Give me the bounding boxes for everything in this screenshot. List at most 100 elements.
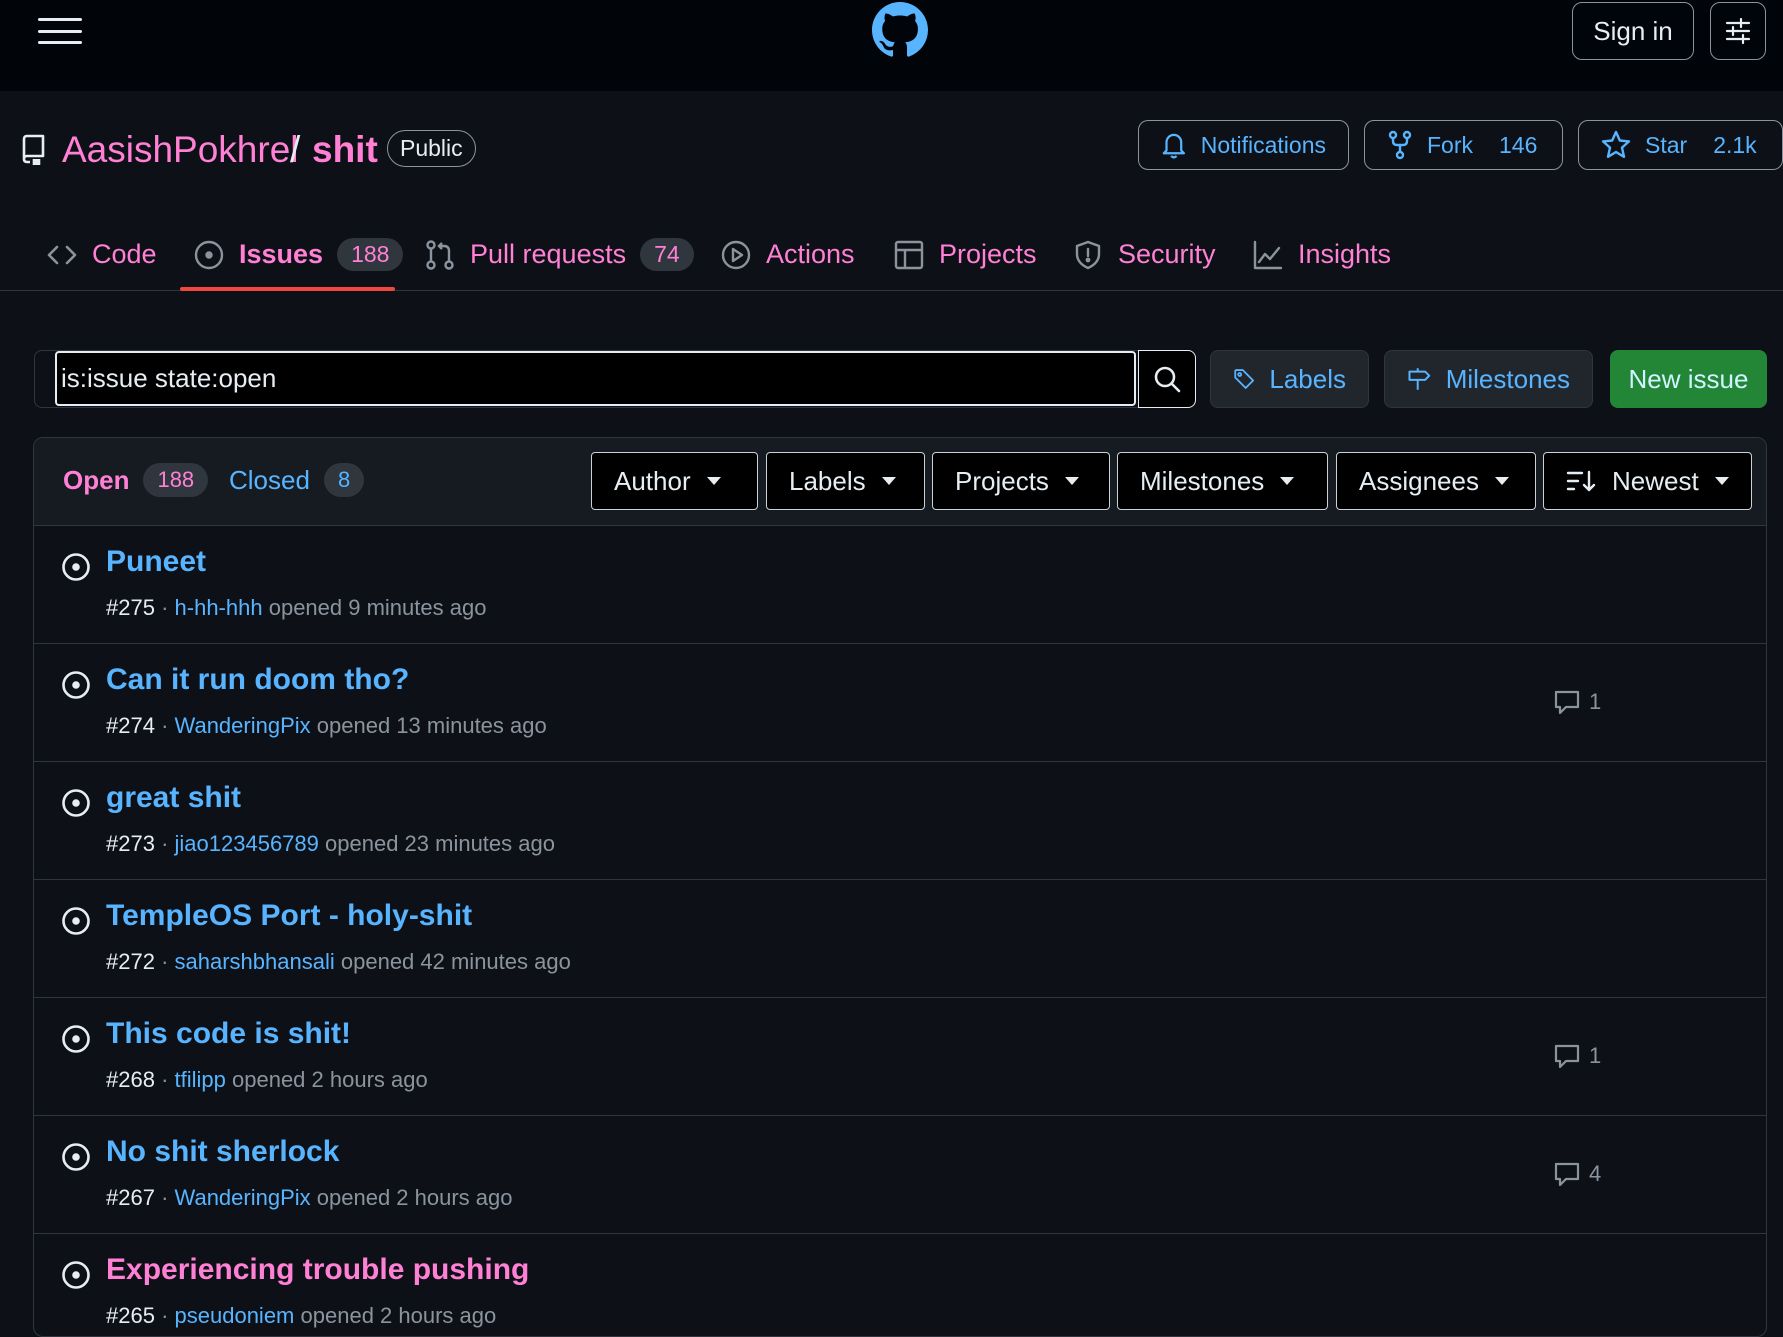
milestones-button-label: Milestones <box>1445 363 1570 394</box>
tag-icon <box>1234 369 1255 389</box>
issue-number: #265 <box>106 1303 155 1328</box>
issue-opened-icon <box>62 553 90 581</box>
sign-in-button[interactable]: Sign in <box>1572 2 1694 60</box>
issue-comments-link[interactable]: 4 <box>1553 1160 1601 1188</box>
issue-comments-link[interactable]: 1 <box>1553 1042 1601 1070</box>
issue-number: #267 <box>106 1185 155 1210</box>
issues-list: Open 188 Closed 8 Author Labels Projects… <box>33 437 1767 1337</box>
repo-owner-link[interactable]: AasishPokhrel <box>62 128 299 172</box>
issue-author-link[interactable]: WanderingPix <box>175 1185 311 1210</box>
notifications-button[interactable]: Notifications <box>1138 120 1349 170</box>
new-issue-button[interactable]: New issue <box>1610 350 1767 408</box>
labels-button[interactable]: Labels <box>1210 350 1369 408</box>
issue-meta: #267 · WanderingPix opened 2 hours ago <box>106 1185 513 1210</box>
fork-label: Fork <box>1427 131 1473 158</box>
selected-tab-indicator <box>180 287 395 291</box>
issue-number: #274 <box>106 713 155 738</box>
caret-down-icon <box>1064 477 1079 485</box>
caret-down-icon <box>1494 477 1509 485</box>
issue-meta: #274 · WanderingPix opened 13 minutes ag… <box>106 713 547 738</box>
play-icon <box>721 240 751 269</box>
projects-filter[interactable]: Projects <box>932 452 1110 510</box>
filter-label: Projects <box>955 465 1049 496</box>
issue-author-link[interactable]: jiao123456789 <box>175 831 319 856</box>
git-pull-request-icon <box>426 239 454 270</box>
comment-icon <box>1554 690 1580 715</box>
open-issues-toggle[interactable]: Open 188 <box>63 463 209 497</box>
comment-icon <box>1554 1044 1580 1069</box>
star-button[interactable]: Star 2.1k <box>1578 120 1783 170</box>
issue-row: Puneet #275 · h-hh-hhh opened 9 minutes … <box>34 526 1766 644</box>
issue-title-link[interactable]: No shit sherlock <box>106 1134 339 1170</box>
bell-icon <box>1162 133 1186 159</box>
star-count: 2.1k <box>1713 131 1757 158</box>
issue-opened-time: opened 9 minutes ago <box>268 595 487 620</box>
issue-row: Experiencing trouble pushing #265 · pseu… <box>34 1234 1766 1336</box>
issue-title-link[interactable]: This code is shit! <box>106 1016 351 1052</box>
issue-comments-link[interactable]: 1 <box>1553 688 1601 716</box>
github-mark-icon[interactable] <box>872 2 928 58</box>
code-icon <box>47 245 77 264</box>
repo-nav-tabs: Code Issues 188 Pull requests 74 Actions… <box>0 218 1783 291</box>
search-button[interactable] <box>1138 350 1196 408</box>
tab-label: Pull requests <box>470 239 627 269</box>
issue-number: #275 <box>106 595 155 620</box>
assignees-filter[interactable]: Assignees <box>1336 452 1536 510</box>
comment-count: 4 <box>1589 1161 1602 1186</box>
issue-meta: #275 · h-hh-hhh opened 9 minutes ago <box>106 595 487 620</box>
issue-row: No shit sherlock #267 · WanderingPix ope… <box>34 1116 1766 1234</box>
issue-opened-time: opened 13 minutes ago <box>316 713 547 738</box>
tab-issues[interactable]: Issues 188 <box>193 218 404 291</box>
issue-row: TempleOS Port - holy-shit #272 · saharsh… <box>34 880 1766 998</box>
filter-label: Author <box>614 465 691 496</box>
closed-label: Closed <box>229 464 310 495</box>
fork-button[interactable]: Fork 146 <box>1364 120 1563 170</box>
hamburger-menu-icon[interactable] <box>38 18 82 44</box>
issue-number: #273 <box>106 831 155 856</box>
notifications-label: Notifications <box>1200 131 1326 158</box>
author-filter[interactable]: Author <box>591 452 758 510</box>
tab-label: Actions <box>766 239 855 269</box>
issue-author-link[interactable]: tfilipp <box>175 1067 226 1092</box>
issue-opened-icon <box>62 789 90 817</box>
tab-label: Code <box>92 239 157 269</box>
closed-count: 8 <box>323 463 365 497</box>
tab-projects[interactable]: Projects <box>893 218 1037 291</box>
issue-author-link[interactable]: saharshbhansali <box>175 949 335 974</box>
issue-row: great shit #273 · jiao123456789 opened 2… <box>34 762 1766 880</box>
tab-code[interactable]: Code <box>46 218 157 291</box>
issue-title-link[interactable]: TempleOS Port - holy-shit <box>106 898 472 934</box>
milestones-button[interactable]: Milestones <box>1384 350 1593 408</box>
tab-counter: 188 <box>337 238 404 271</box>
display-settings-button[interactable] <box>1710 2 1766 60</box>
labels-filter[interactable]: Labels <box>766 452 925 510</box>
issues-list-header: Open 188 Closed 8 Author Labels Projects… <box>34 438 1766 526</box>
open-label: Open <box>63 464 130 495</box>
table-icon <box>894 240 924 269</box>
milestones-filter[interactable]: Milestones <box>1117 452 1328 510</box>
issues-search-input[interactable] <box>55 351 1136 406</box>
issue-author-link[interactable]: pseudoniem <box>175 1303 295 1328</box>
tab-security[interactable]: Security <box>1072 218 1216 291</box>
closed-issues-toggle[interactable]: Closed 8 <box>229 463 365 497</box>
issue-row: This code is shit! #268 · tfilipp opened… <box>34 998 1766 1116</box>
visibility-badge: Public <box>387 130 476 167</box>
sort-filter[interactable]: Newest <box>1543 452 1752 510</box>
repo-name-link[interactable]: shit <box>312 128 378 172</box>
labels-button-label: Labels <box>1269 363 1346 394</box>
tab-label: Projects <box>939 239 1037 269</box>
issue-number: #268 <box>106 1067 155 1092</box>
issue-title-link[interactable]: Puneet <box>106 544 206 580</box>
graph-icon <box>1253 240 1283 269</box>
issue-title-link[interactable]: great shit <box>106 780 241 816</box>
issue-title-link[interactable]: Can it run doom tho? <box>106 662 409 698</box>
issue-title-link[interactable]: Experiencing trouble pushing <box>106 1252 529 1288</box>
caret-down-icon <box>706 477 721 485</box>
tab-insights[interactable]: Insights <box>1252 218 1391 291</box>
issue-author-link[interactable]: WanderingPix <box>175 713 311 738</box>
tab-actions[interactable]: Actions <box>720 218 855 291</box>
issue-meta: #273 · jiao123456789 opened 23 minutes a… <box>106 831 555 856</box>
issue-author-link[interactable]: h-hh-hhh <box>175 595 263 620</box>
comment-count: 1 <box>1589 689 1602 714</box>
tab-pull-requests[interactable]: Pull requests 74 <box>424 218 694 291</box>
